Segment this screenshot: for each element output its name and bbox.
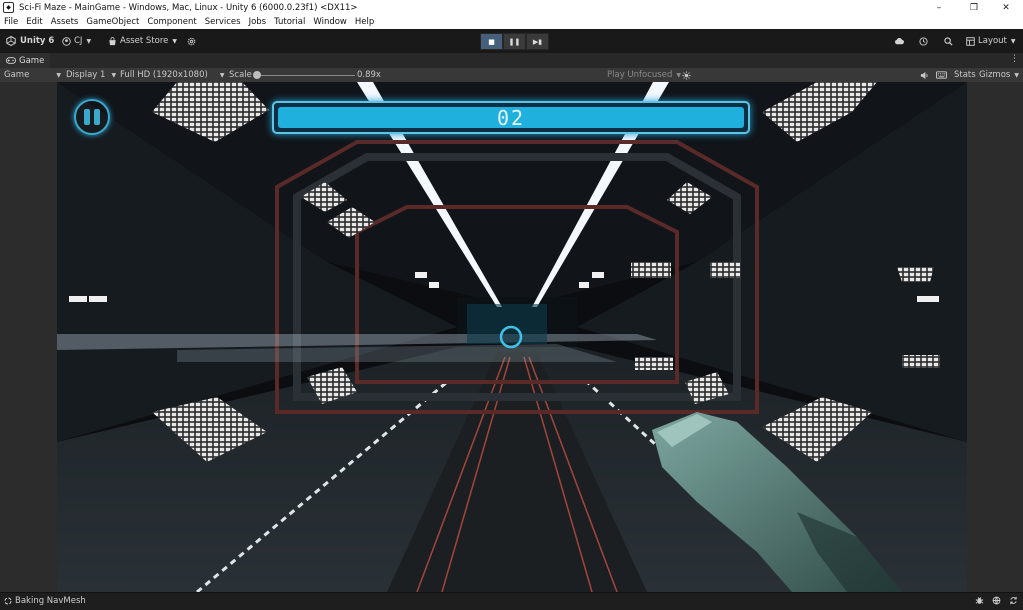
step-icon: ▶▮ <box>532 37 543 46</box>
menu-assets[interactable]: Assets <box>47 17 83 27</box>
minimize-button[interactable]: – <box>922 0 956 15</box>
asset-store-label: Asset Store <box>120 36 169 46</box>
mute-audio-toggle[interactable] <box>682 68 691 82</box>
stop-icon: ■ <box>488 37 495 46</box>
search-icon <box>944 36 953 46</box>
menu-gameobject[interactable]: GameObject <box>82 17 143 27</box>
account-dropdown[interactable]: CJ ▼ <box>62 29 91 53</box>
menu-bar: File Edit Assets GameObject Component Se… <box>0 15 1023 30</box>
tab-game-label: Game <box>19 55 45 66</box>
gizmos-dropdown[interactable]: Gizmos ▼ <box>979 68 1019 82</box>
scifi-corridor-scene <box>57 82 967 592</box>
menu-services[interactable]: Services <box>201 17 245 27</box>
tab-game[interactable]: Game <box>0 53 51 68</box>
pause-icon: ❚❚ <box>508 37 521 46</box>
display-label: Display 1 <box>66 70 106 80</box>
bug-report-button[interactable] <box>975 592 984 609</box>
title-bar: ◆ Sci-Fi Maze - MainGame - Windows, Mac,… <box>0 0 1023 15</box>
sync-button[interactable] <box>1009 592 1018 609</box>
progress-spinner-icon <box>4 596 12 605</box>
play-button[interactable]: ■ <box>480 33 503 50</box>
pause-icon <box>84 109 100 125</box>
unity-label: Unity 6 <box>20 36 55 46</box>
keyboard-icon <box>936 71 947 79</box>
unity-logo-icon <box>6 36 16 46</box>
menu-file[interactable]: File <box>0 17 22 27</box>
gamepad-icon <box>6 57 16 64</box>
history-icon <box>919 36 928 46</box>
close-icon: ✕ <box>1002 2 1010 13</box>
sync-icon <box>1010 596 1017 605</box>
display-dropdown[interactable]: Display 1 ▼ <box>66 68 116 82</box>
speaker-icon <box>920 71 928 79</box>
chevron-down-icon: ▼ <box>172 37 178 45</box>
settings-icon <box>187 37 196 45</box>
play-focus-dropdown[interactable]: Play Unfocused ▼ <box>607 68 681 82</box>
status-message-label: Baking NavMesh <box>15 595 86 606</box>
resolution-label: Full HD (1920x1080) <box>120 70 208 80</box>
kebab-menu-icon[interactable]: ⋮ <box>1010 54 1019 64</box>
resolution-dropdown[interactable]: Full HD (1920x1080) ▼ <box>120 68 224 82</box>
cloud-icon <box>894 38 904 45</box>
play-focus-label: Play Unfocused <box>607 70 673 80</box>
menu-jobs[interactable]: Jobs <box>245 17 271 27</box>
chevron-down-icon: ▼ <box>56 71 61 79</box>
hud-pause-button[interactable] <box>74 99 110 135</box>
chevron-down-icon: ▼ <box>111 71 117 79</box>
scale-value: 0.89x <box>357 70 381 80</box>
scale-label: Scale <box>229 70 252 80</box>
view-mode-dropdown[interactable]: Game ▼ <box>4 68 61 82</box>
status-message: Baking NavMesh <box>4 592 86 609</box>
window-title: Sci-Fi Maze - MainGame - Windows, Mac, L… <box>19 2 358 13</box>
network-button[interactable] <box>992 592 1001 609</box>
pause-button[interactable]: ❚❚ <box>503 33 526 50</box>
hud-counter-bar: 02 <box>272 101 750 134</box>
maximize-icon: ❐ <box>969 2 979 13</box>
unity-app-icon: ◆ <box>3 2 14 13</box>
chevron-down-icon: ▼ <box>219 71 225 79</box>
account-label: CJ <box>74 36 83 46</box>
layout-icon <box>966 36 975 46</box>
layout-dropdown[interactable]: Layout ▼ <box>966 29 1016 53</box>
shortcut-toggle[interactable] <box>936 68 947 82</box>
user-icon <box>62 36 71 46</box>
game-viewport[interactable] <box>57 82 967 592</box>
unity-account-button[interactable]: Unity 6 <box>6 29 54 53</box>
chevron-down-icon: ▼ <box>1010 37 1016 45</box>
shopping-bag-icon <box>109 36 116 45</box>
audio-toggle[interactable] <box>920 68 929 82</box>
play-controls: ■ ❚❚ ▶▮ <box>480 33 549 50</box>
network-icon <box>992 596 1001 605</box>
menu-help[interactable]: Help <box>351 17 378 27</box>
bug-icon <box>975 597 984 604</box>
scale-slider-handle[interactable] <box>253 71 261 79</box>
step-button[interactable]: ▶▮ <box>526 33 549 50</box>
search-button[interactable] <box>944 29 953 53</box>
gizmos-label: Gizmos <box>979 70 1011 80</box>
menu-tutorial[interactable]: Tutorial <box>270 17 309 27</box>
view-mode-label: Game <box>4 70 30 80</box>
minimize-icon: – <box>936 2 942 13</box>
chevron-down-icon: ▼ <box>86 37 92 45</box>
maximize-button[interactable]: ❐ <box>957 0 991 15</box>
stats-toggle[interactable]: Stats <box>954 68 976 82</box>
layout-label: Layout <box>978 36 1007 46</box>
cloud-button[interactable] <box>894 29 905 53</box>
chevron-down-icon: ▼ <box>1014 71 1019 79</box>
menu-edit[interactable]: Edit <box>22 17 46 27</box>
status-bar <box>0 592 1023 610</box>
tab-bar: Game ⋮ <box>0 53 1023 68</box>
asset-store-dropdown[interactable]: Asset Store ▼ <box>108 29 177 53</box>
menu-component[interactable]: Component <box>143 17 200 27</box>
menu-window[interactable]: Window <box>309 17 351 27</box>
chevron-down-icon: ▼ <box>676 71 681 79</box>
hud-counter-value: 02 <box>496 105 526 130</box>
sun-icon <box>682 70 691 80</box>
close-button[interactable]: ✕ <box>989 0 1023 15</box>
scale-slider-track[interactable] <box>257 75 355 76</box>
services-settings-button[interactable] <box>187 29 196 53</box>
history-button[interactable] <box>919 29 928 53</box>
